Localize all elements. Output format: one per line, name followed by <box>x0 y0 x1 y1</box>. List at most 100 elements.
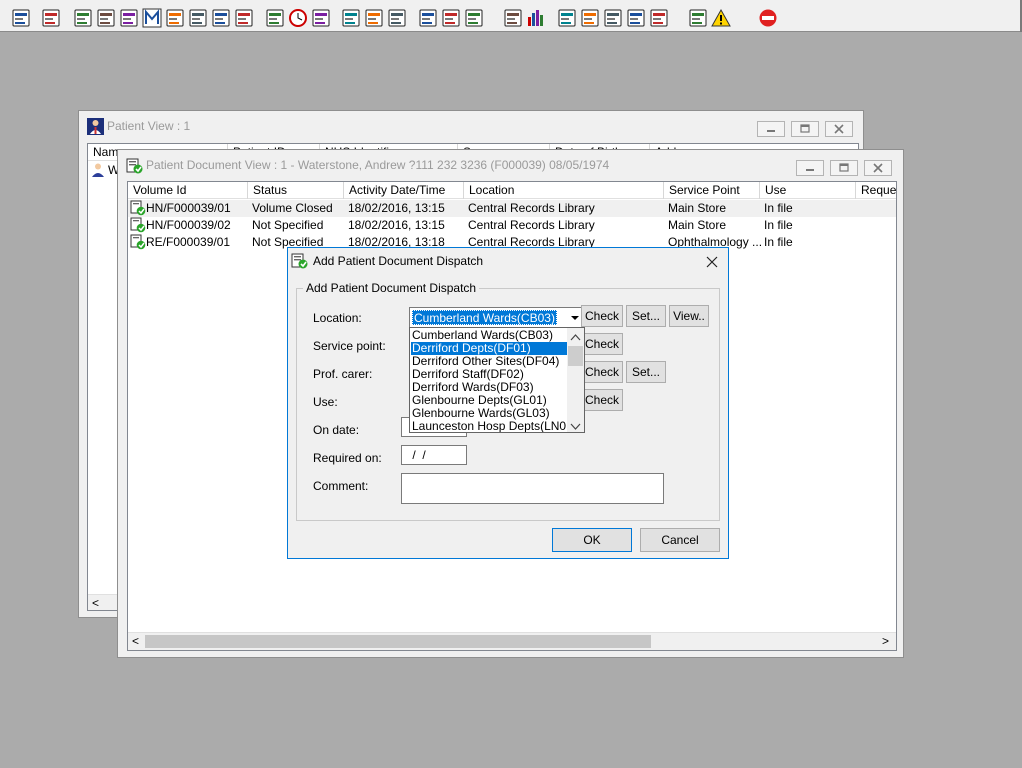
hscroll-thumb[interactable] <box>145 635 651 648</box>
col-requested[interactable]: Reque <box>856 182 896 199</box>
location-view-button[interactable]: View.. <box>669 305 709 327</box>
patient-icon <box>90 162 106 178</box>
transport-icon[interactable] <box>210 7 230 27</box>
prof-carer-set-button[interactable]: Set... <box>626 361 666 383</box>
dropdown-option[interactable]: Launceston Hosp Depts(LN01) <box>411 420 577 433</box>
clock-icon[interactable] <box>287 7 307 27</box>
required-on-value: / / <box>409 448 426 462</box>
comment-field[interactable] <box>401 473 664 504</box>
table-row[interactable]: HN/F000039/02 Not Specified 18/02/2016, 13… <box>128 217 896 234</box>
location-check-button[interactable]: Check <box>581 305 623 327</box>
use-check-button[interactable]: Check <box>581 389 623 411</box>
book-icon[interactable] <box>72 7 92 27</box>
swap-icon[interactable] <box>687 7 707 27</box>
chevron-down-icon[interactable] <box>570 420 581 432</box>
service-point-check-button[interactable]: Check <box>581 333 623 355</box>
documents-icon <box>126 157 143 174</box>
col-status[interactable]: Status <box>248 182 344 199</box>
on-date-label: On date: <box>313 423 360 437</box>
cell-use: In file <box>764 235 793 249</box>
document-volume-icon <box>130 200 146 216</box>
required-on-field[interactable]: / / <box>401 445 467 465</box>
find-icon[interactable] <box>264 7 284 27</box>
close-button[interactable] <box>825 121 853 137</box>
green-arrows-icon[interactable] <box>625 7 645 27</box>
open-book-icon[interactable] <box>95 7 115 27</box>
chevron-up-icon[interactable] <box>570 330 581 344</box>
group-title: Add Patient Document Dispatch <box>303 281 480 295</box>
disc-icon[interactable] <box>386 7 406 27</box>
use-label: Use: <box>313 395 338 409</box>
cell-volume: RE/F000039/01 <box>146 235 231 249</box>
globe-icon[interactable] <box>556 7 576 27</box>
col-service-point[interactable]: Service Point <box>664 182 760 199</box>
exit-icon[interactable] <box>757 7 777 27</box>
document-list-header: Volume Id Status Activity Date/Time Loca… <box>128 182 896 199</box>
cell-status: Not Specified <box>252 218 324 232</box>
col-use[interactable]: Use <box>760 182 856 199</box>
restore-button[interactable] <box>830 160 858 176</box>
dropdown-scroll-thumb[interactable] <box>568 346 583 366</box>
close-button[interactable] <box>864 160 892 176</box>
col-location[interactable]: Location <box>464 182 664 199</box>
dropdown-scrollbar[interactable] <box>567 328 584 432</box>
transport-alt-icon[interactable] <box>233 7 253 27</box>
doctor-icon[interactable] <box>164 7 184 27</box>
dispatch-groupbox: Add Patient Document Dispatch Location: … <box>296 281 720 521</box>
location-combobox-value: Cumberland Wards(CB03) <box>412 310 557 325</box>
location-set-button[interactable]: Set... <box>626 305 666 327</box>
document-view-titlebar[interactable]: Patient Document View : 1 - Waterstone, … <box>118 150 903 180</box>
checked-form-icon[interactable] <box>602 7 622 27</box>
col-activity-datetime[interactable]: Activity Date/Time <box>344 182 464 199</box>
cancel-button[interactable]: Cancel <box>640 528 720 552</box>
cell-volume: HN/F000039/01 <box>146 201 231 215</box>
scroll-left-arrow-icon[interactable]: < <box>92 596 99 610</box>
note-icon[interactable] <box>187 7 207 27</box>
service-point-label: Service point: <box>313 339 386 353</box>
m-letter-icon[interactable] <box>141 7 162 28</box>
location-dropdown-list[interactable]: Cumberland Wards(CB03) Derriford Depts(DF… <box>409 327 585 433</box>
screen-icon[interactable] <box>340 7 360 27</box>
notepad-icon[interactable] <box>417 7 437 27</box>
dispatch-icon <box>291 252 308 272</box>
dialog-title: Add Patient Document Dispatch <box>313 254 484 268</box>
patient-view-title: Patient View : 1 <box>107 119 191 133</box>
dialog-close-button[interactable] <box>702 253 722 271</box>
cell-location: Central Records Library <box>468 218 595 232</box>
required-on-label: Required on: <box>313 451 382 465</box>
patient-search-icon[interactable] <box>10 7 30 27</box>
cell-service-point: Main Store <box>668 201 727 215</box>
comment-label: Comment: <box>313 479 369 493</box>
add-document-dispatch-dialog[interactable]: Add Patient Document Dispatch Add Patien… <box>287 247 729 559</box>
ok-button[interactable]: OK <box>552 528 632 552</box>
screen-chart-icon[interactable] <box>363 7 383 27</box>
cell-use: In file <box>764 218 793 232</box>
restore-button[interactable] <box>791 121 819 137</box>
minimize-button[interactable] <box>757 121 785 137</box>
transfer-icon[interactable] <box>648 7 668 27</box>
cell-datetime: 18/02/2016, 13:15 <box>348 218 445 232</box>
cell-volume: HN/F000039/02 <box>146 218 231 232</box>
warning-icon[interactable] <box>710 7 731 27</box>
bar-chart-icon[interactable] <box>525 7 545 27</box>
location-combobox[interactable]: Cumberland Wards(CB03) <box>409 307 585 328</box>
cell-location: Central Records Library <box>468 201 595 215</box>
record-card-icon[interactable] <box>118 7 138 27</box>
document-volume-icon <box>130 217 146 233</box>
main-toolbar <box>0 0 1022 32</box>
document-icon[interactable] <box>502 7 522 27</box>
bed-icon[interactable] <box>440 7 460 27</box>
monitor-icon[interactable] <box>310 7 330 27</box>
col-volume-id[interactable]: Volume Id <box>128 182 248 199</box>
form-icon[interactable] <box>579 7 599 27</box>
ambulance-icon[interactable] <box>463 7 483 27</box>
table-row[interactable]: HN/F000039/01 Volume Closed 18/02/2016, 13… <box>128 200 896 217</box>
prof-carer-check-button[interactable]: Check <box>581 361 623 383</box>
document-volume-icon <box>130 234 146 250</box>
print-icon[interactable] <box>40 7 60 27</box>
scroll-left-arrow-icon[interactable]: < <box>132 634 139 648</box>
scroll-right-arrow-icon[interactable]: > <box>882 634 889 648</box>
patient-view-titlebar[interactable]: Patient View : 1 <box>79 111 863 141</box>
document-list-hscrollbar[interactable]: < > <box>128 632 896 650</box>
minimize-button[interactable] <box>796 160 824 176</box>
